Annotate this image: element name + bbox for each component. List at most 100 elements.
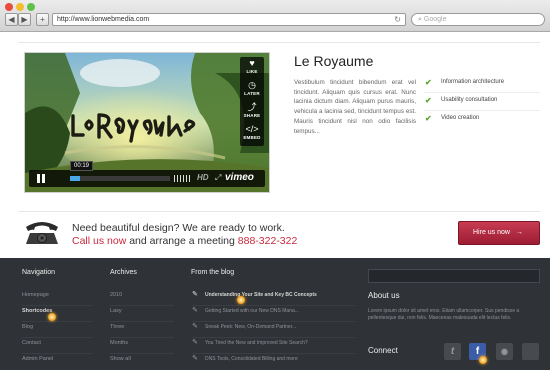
rss-icon[interactable]: ◉ [496, 343, 513, 360]
cta-divider [18, 211, 540, 212]
check-icon: ✔ [425, 96, 432, 105]
heart-icon: ♥ [249, 58, 255, 68]
url-text: http://www.lionwebmedia.com [57, 16, 150, 23]
blog-post-title: Sneak Peek: New, On-Demand Partner... [205, 324, 297, 330]
pencil-icon: ✎ [192, 307, 198, 314]
feature-item: ✔ Video creation [424, 113, 540, 129]
archives-list: 2010 Lasy Three Months Show all [110, 290, 174, 370]
search-icon: ⌕ [418, 16, 422, 23]
feature-label: Video creation [441, 115, 480, 121]
video-progress-bar[interactable] [70, 176, 170, 181]
blog-post-title: You Tried the New and Improved Site Sear… [205, 340, 308, 346]
blog-post-link[interactable]: ✎ Understanding Your Site and Key BC Conc… [191, 290, 355, 306]
forward-icon[interactable]: ▶ [18, 13, 31, 26]
archive-link[interactable]: 2010 [110, 290, 174, 306]
pencil-icon: ✎ [192, 339, 198, 346]
check-icon: ✔ [425, 114, 432, 123]
hover-highlight [479, 356, 487, 364]
archive-link[interactable]: Months [110, 338, 174, 354]
embed-label: EMBED [243, 135, 261, 140]
feature-label: Usability consultation [441, 97, 498, 103]
video-time: 00:19 [70, 161, 94, 171]
cta-middle-text: and arrange a meeting [129, 235, 235, 247]
embed-icon: </> [245, 124, 259, 134]
phone-number[interactable]: 888-322-322 [238, 235, 298, 247]
top-divider [18, 42, 540, 43]
footer-search-input[interactable] [368, 269, 540, 283]
video-controls: 00:19 HD ⤢ vimeo [29, 161, 265, 187]
address-bar[interactable]: http://www.lionwebmedia.com ↻ [52, 13, 406, 26]
pencil-icon: ✎ [192, 323, 198, 330]
nav-link-shortcodes[interactable]: Shortcodes [22, 306, 92, 322]
hover-highlight [237, 296, 245, 304]
search-placeholder: Google [423, 16, 447, 23]
archive-link[interactable]: Three [110, 322, 174, 338]
nav-link-contact[interactable]: Contact [22, 338, 92, 354]
social-icon[interactable] [522, 343, 539, 360]
pencil-icon: ✎ [192, 355, 198, 362]
feature-list: ✔ Information architecture ✔ Usability c… [424, 77, 540, 131]
archive-link[interactable]: Show all [110, 354, 174, 370]
about-heading: About us [368, 291, 400, 300]
share-icon: ⤴ [247, 102, 257, 112]
blog-post-title: Understanding Your Site and Key BC Conce… [205, 292, 317, 298]
new-tab-icon[interactable]: + [36, 13, 49, 26]
archives-heading: Archives [110, 269, 137, 276]
back-icon[interactable]: ◀ [5, 13, 18, 26]
page-title: Le Royaume [294, 53, 374, 69]
twitter-icon[interactable]: t [444, 343, 461, 360]
check-icon: ✔ [425, 78, 432, 87]
video-player[interactable]: ♥ LIKE ◷ LATER ⤴ SHARE </> EMBED 00:19 H… [24, 52, 270, 193]
navigation-heading: Navigation [22, 269, 56, 276]
browser-chrome: ◀ ▶ + http://www.lionwebmedia.com ↻ ⌕ Goo… [0, 0, 550, 32]
feature-item: ✔ Usability consultation [424, 95, 540, 111]
cta-headline: Need beautiful design? We are ready to w… [72, 222, 285, 234]
nav-link-homepage[interactable]: Homepage [22, 290, 92, 306]
fullscreen-icon[interactable]: ⤢ [215, 173, 221, 183]
pencil-icon: ✎ [192, 291, 198, 298]
like-button[interactable]: ♥ LIKE [240, 57, 264, 79]
hire-us-label: Hire us now [473, 229, 510, 236]
share-label: SHARE [243, 113, 261, 118]
project-description: Vestibulum tincidunt bibendum erat vel t… [294, 79, 416, 135]
close-window-button[interactable] [5, 3, 13, 11]
video-side-toolbar: ♥ LIKE ◷ LATER ⤴ SHARE </> EMBED [240, 57, 264, 146]
connect-heading: Connect [368, 346, 398, 355]
telephone-icon [26, 222, 58, 244]
blog-post-title: Getting Started with our New DNS Mana... [205, 308, 299, 314]
blog-heading: From the blog [191, 269, 235, 276]
pause-button[interactable] [37, 174, 45, 183]
about-text: Lorem ipsum dolor sit amet eros. Etiam u… [368, 308, 520, 322]
feature-item: ✔ Information architecture [424, 77, 540, 93]
video-progress-fill [70, 176, 80, 181]
blog-post-link[interactable]: ✎ DNS Tools, Consolidated Billing and mor… [191, 354, 355, 370]
minimize-window-button[interactable] [16, 3, 24, 11]
browser-search-input[interactable]: ⌕ Google [411, 13, 545, 26]
cta-subline: Call us now and arrange a meeting 888-32… [72, 235, 297, 247]
like-label: LIKE [246, 69, 258, 74]
archive-link[interactable]: Lasy [110, 306, 174, 322]
navigation-list: Homepage Shortcodes Blog Contact Admin P… [22, 290, 92, 370]
share-button[interactable]: ⤴ SHARE [240, 101, 264, 123]
hire-us-button[interactable]: Hire us now → [458, 221, 540, 245]
blog-post-link[interactable]: ✎ You Tried the New and Improved Site Sea… [191, 338, 355, 354]
nav-link-admin-panel[interactable]: Admin Panel [22, 354, 92, 370]
blog-post-link[interactable]: ✎ Sneak Peek: New, On-Demand Partner... [191, 322, 355, 338]
blog-post-title: DNS Tools, Consolidated Billing and more [205, 356, 298, 362]
clock-icon: ◷ [248, 80, 256, 90]
maximize-window-button[interactable] [27, 3, 35, 11]
reload-icon[interactable]: ↻ [394, 14, 401, 25]
hd-toggle[interactable]: HD [197, 173, 209, 182]
hover-highlight [48, 313, 56, 321]
arrow-right-icon: → [515, 229, 523, 236]
watch-later-button[interactable]: ◷ LATER [240, 79, 264, 101]
blog-list: ✎ Understanding Your Site and Key BC Conc… [191, 290, 355, 370]
feature-label: Information architecture [441, 79, 505, 85]
nav-link-blog[interactable]: Blog [22, 322, 92, 338]
vimeo-logo[interactable]: vimeo [225, 172, 254, 183]
blog-post-link[interactable]: ✎ Getting Started with our New DNS Mana..… [191, 306, 355, 322]
call-us-link[interactable]: Call us now [72, 235, 126, 247]
embed-button[interactable]: </> EMBED [240, 123, 264, 145]
volume-meter[interactable] [174, 175, 190, 182]
later-label: LATER [244, 91, 260, 96]
